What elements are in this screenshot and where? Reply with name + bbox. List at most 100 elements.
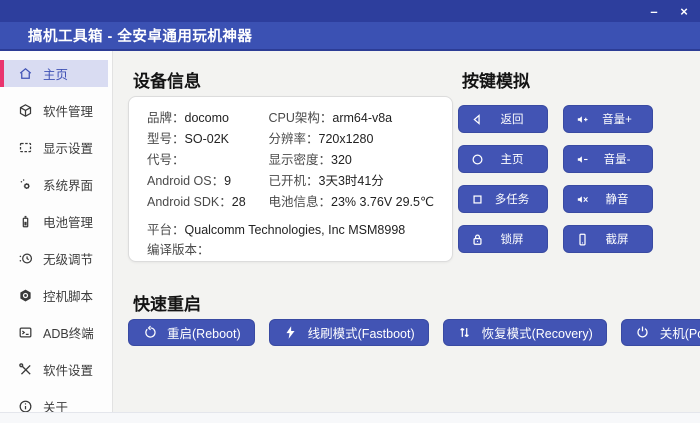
app-window: – × 搞机工具箱 - 全安卓通用玩机神器 主页 软件管理 显示设置 系统界面	[0, 0, 700, 423]
key-label: 多任务	[485, 191, 539, 207]
info-label: 型号：	[147, 132, 185, 146]
screenshot-button[interactable]: 截屏	[563, 225, 653, 253]
info-row-android-sdk: Android SDK：28	[147, 192, 268, 213]
package-icon	[17, 103, 33, 119]
info-label: Android SDK：	[147, 195, 232, 209]
multitask-key-button[interactable]: 多任务	[458, 185, 548, 213]
close-button[interactable]: ×	[676, 5, 692, 18]
back-icon	[469, 111, 485, 127]
keysim-grid: 返回 音量+ 主页 音量- 多任务	[458, 105, 653, 253]
info-value: 720x1280	[319, 132, 374, 146]
info-label: 平台：	[147, 223, 185, 237]
content-area: 设备信息 品牌：docomo 型号：SO-02K 代号： Android OS：…	[113, 51, 700, 421]
sidebar-item-app-settings[interactable]: 软件设置	[0, 356, 108, 383]
home-key-button[interactable]: 主页	[458, 145, 548, 173]
info-label: Android OS：	[147, 174, 224, 188]
info-row-density: 显示密度：320	[268, 150, 434, 171]
quick-button-label: 恢复模式(Recovery)	[482, 323, 593, 342]
poweroff-icon	[635, 325, 651, 341]
system-ui-gear-icon	[17, 177, 33, 193]
minimize-button[interactable]: –	[646, 5, 662, 18]
sidebar-item-label: 主页	[43, 64, 68, 83]
sidebar-item-app-manage[interactable]: 软件管理	[0, 97, 108, 124]
screenshot-phone-icon	[574, 231, 590, 247]
volume-down-icon	[574, 151, 590, 167]
poweroff-button[interactable]: 关机(Poweroff)	[621, 319, 700, 346]
key-label: 静音	[590, 191, 644, 207]
reboot-button[interactable]: 重启(Reboot)	[128, 319, 255, 346]
sidebar-item-home[interactable]: 主页	[0, 60, 108, 87]
info-row-android-os: Android OS：9	[147, 171, 268, 192]
info-value: 320	[331, 153, 352, 167]
info-row-uptime: 已开机：3天3时41分	[268, 171, 434, 192]
key-label: 截屏	[590, 231, 644, 247]
sidebar-item-label: 无级调节	[43, 249, 93, 268]
sidebar-item-label: 电池管理	[43, 212, 93, 231]
info-row-brand: 品牌：docomo	[147, 108, 268, 129]
device-info-card: 品牌：docomo 型号：SO-02K 代号： Android OS：9 And…	[128, 96, 453, 262]
quick-button-label: 线刷模式(Fastboot)	[308, 323, 415, 342]
lock-icon	[469, 231, 485, 247]
multitask-icon	[469, 191, 485, 207]
info-value: arm64-v8a	[332, 111, 392, 125]
key-label: 返回	[485, 111, 539, 127]
reboot-icon	[142, 325, 158, 341]
device-info-right-column: CPU架构：arm64-v8a 分辨率：720x1280 显示密度：320 已开…	[268, 108, 434, 213]
recovery-button[interactable]: 恢复模式(Recovery)	[443, 319, 607, 346]
key-label: 音量-	[590, 151, 644, 167]
sidebar-item-adb-terminal[interactable]: ADB终端	[0, 319, 108, 346]
bottom-strip	[0, 412, 700, 423]
fastboot-lightning-icon	[283, 325, 299, 341]
info-value: docomo	[185, 111, 229, 125]
info-label: 品牌：	[147, 111, 185, 125]
sidebar-item-system-ui[interactable]: 系统界面	[0, 171, 108, 198]
tools-icon	[17, 362, 33, 378]
info-row-resolution: 分辨率：720x1280	[268, 129, 434, 150]
info-label: 显示密度：	[268, 153, 331, 167]
tuner-clock-icon	[17, 251, 33, 267]
lock-screen-button[interactable]: 锁屏	[458, 225, 548, 253]
keysim-heading: 按键模拟	[462, 67, 530, 92]
device-info-left-column: 品牌：docomo 型号：SO-02K 代号： Android OS：9 And…	[147, 108, 268, 213]
info-row-cpu-arch: CPU架构：arm64-v8a	[268, 108, 434, 129]
sidebar: 主页 软件管理 显示设置 系统界面 电池管理 无级调节	[0, 51, 113, 421]
volume-up-button[interactable]: 音量+	[563, 105, 653, 133]
info-row-build-version: 编译版本：	[147, 240, 434, 260]
fastboot-button[interactable]: 线刷模式(Fastboot)	[269, 319, 429, 346]
key-label: 锁屏	[485, 231, 539, 247]
home-icon	[17, 66, 33, 82]
info-value: Qualcomm Technologies, Inc MSM8998	[185, 223, 406, 237]
info-value: 9	[224, 174, 231, 188]
mute-key-button[interactable]: 静音	[563, 185, 653, 213]
window-titlebar: – ×	[0, 0, 700, 22]
device-info-heading: 设备信息	[133, 67, 201, 92]
sidebar-item-display-settings[interactable]: 显示设置	[0, 134, 108, 161]
quick-button-label: 关机(Poweroff)	[660, 323, 700, 342]
quick-button-label: 重启(Reboot)	[167, 323, 241, 342]
script-hexagon-icon	[17, 288, 33, 304]
key-label: 主页	[485, 151, 539, 167]
terminal-icon	[17, 325, 33, 341]
info-label: 分辨率：	[268, 132, 318, 146]
back-key-button[interactable]: 返回	[458, 105, 548, 133]
main-area: 主页 软件管理 显示设置 系统界面 电池管理 无级调节	[0, 51, 700, 421]
info-value: 3天3时41分	[319, 174, 384, 188]
info-label: 电池信息：	[268, 195, 331, 209]
key-label: 音量+	[590, 111, 644, 127]
sidebar-item-label: 控机脚本	[43, 286, 93, 305]
info-label: CPU架构：	[268, 111, 332, 125]
info-row-platform: 平台：Qualcomm Technologies, Inc MSM8998	[147, 220, 434, 240]
mute-icon	[574, 191, 590, 207]
info-row-battery: 电池信息：23% 3.76V 29.5℃	[268, 192, 434, 213]
info-label: 编译版本：	[147, 243, 210, 257]
sidebar-item-stepless-adjust[interactable]: 无级调节	[0, 245, 108, 272]
app-header: 搞机工具箱 - 全安卓通用玩机神器	[0, 22, 700, 51]
info-value: SO-02K	[185, 132, 229, 146]
sidebar-item-label: 软件设置	[43, 360, 93, 379]
info-value: 28	[232, 195, 246, 209]
sidebar-item-control-script[interactable]: 控机脚本	[0, 282, 108, 309]
sidebar-item-label: 软件管理	[43, 101, 93, 120]
volume-down-button[interactable]: 音量-	[563, 145, 653, 173]
info-label: 代号：	[147, 153, 185, 167]
sidebar-item-battery[interactable]: 电池管理	[0, 208, 108, 235]
